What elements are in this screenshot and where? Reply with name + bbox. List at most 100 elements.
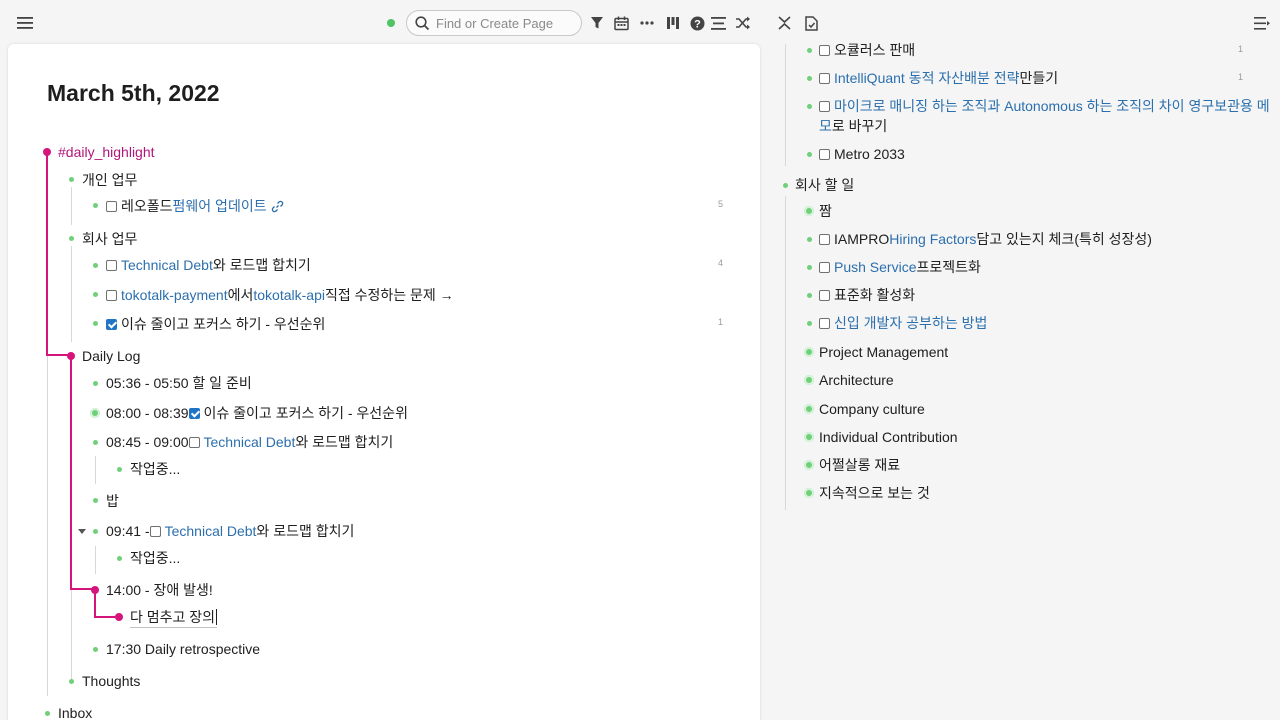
todo-checkbox[interactable] — [106, 289, 117, 301]
bullet[interactable] — [69, 177, 74, 182]
sidebar-todo-item[interactable]: IntelliQuant 동적 자산배분 전략 만들기 — [819, 68, 1058, 88]
bullet[interactable] — [93, 321, 98, 326]
editing-block[interactable]: 다 멈추고 장의 — [130, 607, 218, 628]
right-sidebar-toggle-icon[interactable] — [1253, 15, 1271, 31]
bullet[interactable] — [69, 236, 74, 241]
sidebar-todo-item[interactable]: Metro 2033 — [819, 144, 905, 164]
bullet[interactable] — [43, 148, 51, 156]
page-title[interactable]: March 5th, 2022 — [47, 80, 220, 107]
bullet-collapsed[interactable] — [804, 347, 814, 357]
block-personal-work[interactable]: 개인 업무 — [82, 170, 137, 190]
todo-checkbox[interactable] — [819, 317, 830, 329]
sidebar-todo-item[interactable]: 마이크로 매니징 하는 조직과 Autonomous 하는 조직의 차이 영구보… — [819, 96, 1270, 116]
bullet[interactable] — [69, 679, 74, 684]
block-company-item[interactable]: 이슈 줄이고 포커스 하기 - 우선순위 — [106, 314, 325, 334]
bullet[interactable] — [807, 48, 812, 53]
bullet-collapsed[interactable] — [804, 460, 814, 470]
bullet-collapsed[interactable] — [804, 375, 814, 385]
tag-daily-highlight[interactable]: #daily_highlight — [58, 142, 155, 162]
bullet[interactable] — [117, 467, 122, 472]
bullet[interactable] — [91, 586, 99, 594]
bullet-collapsed[interactable] — [804, 206, 814, 216]
todo-checkbox[interactable] — [819, 100, 830, 112]
page-link[interactable]: Technical Debt — [121, 255, 213, 275]
bullet[interactable] — [93, 381, 98, 386]
bullet[interactable] — [807, 104, 812, 109]
block-log-entry[interactable]: 05:36 - 05:50 할 일 준비 — [106, 373, 252, 393]
search-input[interactable] — [436, 15, 576, 31]
columns-view-icon[interactable] — [665, 15, 681, 31]
todo-checkbox[interactable] — [819, 233, 830, 245]
page-document-icon[interactable] — [803, 15, 819, 31]
page-link[interactable]: 마이크로 매니징 하는 조직과 Autonomous 하는 조직의 차이 영구보… — [834, 96, 1270, 116]
sidebar-item[interactable]: 지속적으로 보는 것 — [819, 483, 930, 503]
bullet[interactable] — [67, 352, 75, 360]
page-link[interactable]: Technical Debt — [165, 521, 257, 541]
bullet[interactable] — [93, 203, 98, 208]
page-link[interactable]: IntelliQuant 동적 자산배분 전략 — [834, 68, 1020, 88]
shuffle-icon[interactable] — [735, 15, 751, 31]
done-checkbox[interactable] — [188, 407, 200, 419]
collapse-arrow-icon[interactable] — [78, 529, 86, 534]
bullet[interactable] — [807, 321, 812, 326]
sidebar-item[interactable]: Company culture — [819, 399, 925, 419]
sidebar-todo-item[interactable]: 신입 개발자 공부하는 방법 — [819, 313, 987, 333]
help-icon[interactable]: ? — [689, 15, 705, 31]
sidebar-item[interactable]: Project Management — [819, 342, 948, 362]
block-log-entry[interactable]: 08:00 - 08:39 이슈 줄이고 포커스 하기 - 우선순위 — [106, 403, 408, 423]
page-link[interactable]: Push Service — [834, 257, 916, 277]
bullet[interactable] — [807, 76, 812, 81]
bullet[interactable] — [807, 237, 812, 242]
todo-checkbox[interactable] — [819, 72, 830, 84]
page-link[interactable]: Hiring Factors — [889, 229, 976, 249]
block-inbox[interactable]: Inbox — [58, 703, 92, 720]
collapse-sidebar-icon[interactable] — [776, 15, 792, 31]
block-log-entry[interactable]: 08:45 - 09:00 Technical Debt 와 로드맵 합치기 — [106, 432, 393, 452]
sidebar-todo-item[interactable]: 표준화 활성화 — [819, 285, 915, 305]
calendar-icon[interactable] — [613, 15, 629, 31]
block-log-entry[interactable]: 17:30 Daily retrospective — [106, 639, 260, 659]
bullet[interactable] — [807, 152, 812, 157]
block-company-item[interactable]: tokotalk-payment 에서 tokotalk-api 직접 수정하는… — [106, 285, 454, 305]
sidebar-item[interactable]: Architecture — [819, 370, 894, 390]
document-mode-icon[interactable] — [710, 15, 726, 31]
page-link[interactable]: tokotalk-payment — [121, 285, 228, 305]
bullet[interactable] — [807, 265, 812, 270]
filter-icon[interactable] — [589, 15, 605, 31]
block-personal-item[interactable]: 레오폴드 펌웨어 업데이트 — [106, 196, 284, 216]
todo-checkbox[interactable] — [106, 259, 117, 271]
sidebar-todo-item-wrap[interactable]: 모 로 바꾸기 — [819, 116, 887, 136]
block-log-entry[interactable]: 09:41 - Technical Debt 와 로드맵 합치기 — [106, 521, 354, 541]
sidebar-company-todo[interactable]: 회사 할 일 — [795, 175, 854, 195]
left-sidebar-toggle-icon[interactable] — [16, 14, 34, 32]
todo-checkbox[interactable] — [188, 436, 200, 448]
sidebar-item[interactable]: Individual Contribution — [819, 427, 958, 447]
bullet[interactable] — [93, 440, 98, 445]
page-link[interactable]: 모 — [819, 116, 832, 136]
done-checkbox[interactable] — [106, 318, 117, 330]
bullet[interactable] — [93, 263, 98, 268]
sidebar-item[interactable]: 짬 — [819, 201, 832, 221]
todo-checkbox[interactable] — [149, 525, 161, 537]
sidebar-todo-item[interactable]: Push Service 프로젝트화 — [819, 257, 981, 277]
block-child[interactable]: 작업중... — [130, 548, 180, 568]
bullet[interactable] — [93, 529, 98, 534]
todo-checkbox[interactable] — [819, 261, 830, 273]
bullet[interactable] — [93, 498, 98, 503]
todo-checkbox[interactable] — [106, 200, 117, 212]
reference-count[interactable]: 5 — [718, 199, 723, 209]
bullet[interactable] — [93, 292, 98, 297]
block-company-work[interactable]: 회사 업무 — [82, 229, 137, 249]
block-child[interactable]: 작업중... — [130, 459, 180, 479]
block-daily-log[interactable]: Daily Log — [82, 346, 140, 366]
sidebar-todo-item[interactable]: 오큘러스 판매 — [819, 40, 915, 60]
block-log-entry[interactable]: 14:00 - 장애 발생! — [106, 580, 213, 600]
block-company-item[interactable]: Technical Debt 와 로드맵 합치기 — [106, 255, 311, 275]
sidebar-todo-item[interactable]: IAMPRO Hiring Factors 담고 있는지 체크(특히 성장성) — [819, 229, 1152, 249]
block-thoughts[interactable]: Thoughts — [82, 671, 140, 691]
reference-count[interactable]: 4 — [718, 258, 723, 268]
bullet-collapsed[interactable] — [804, 432, 814, 442]
bullet[interactable] — [117, 556, 122, 561]
block-log-entry[interactable]: 밥 — [106, 491, 119, 511]
todo-checkbox[interactable] — [819, 44, 830, 56]
